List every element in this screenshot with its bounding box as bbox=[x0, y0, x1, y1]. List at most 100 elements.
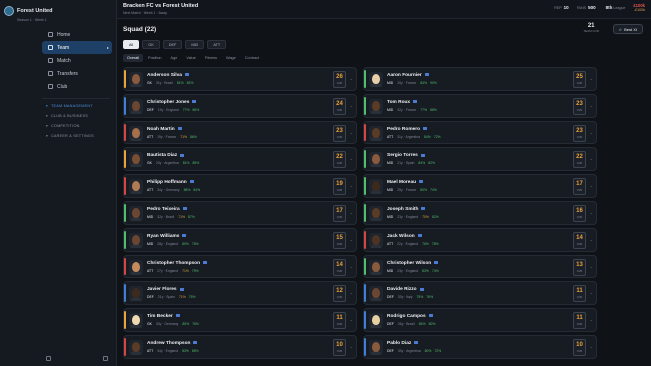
chevron-down-icon[interactable]: ⌄ bbox=[350, 344, 353, 349]
chevron-down-icon[interactable]: ⌄ bbox=[590, 210, 593, 215]
player-card[interactable]: Mael Moreau MID 25y · France 80% 74% 17 OVR ⌄ bbox=[363, 174, 597, 198]
flag-icon bbox=[179, 287, 184, 291]
player-ovr-badge: 26 OVR bbox=[333, 71, 346, 88]
player-card[interactable]: Christopher Thompson ATT 27y · England 71% 7… bbox=[123, 254, 357, 279]
sidebar-item-team[interactable]: Team ▸ bbox=[42, 41, 112, 54]
sidebar-item-match[interactable]: Match bbox=[0, 54, 116, 67]
club-header[interactable]: Forest United bbox=[0, 0, 116, 18]
tab-age[interactable]: Age bbox=[167, 54, 182, 62]
player-card[interactable]: Pablo Diaz DEF 33y · Argentina 80% 72% 10 OVR ⌄ bbox=[363, 334, 597, 359]
chevron-down-icon[interactable]: ⌄ bbox=[590, 183, 593, 188]
main-content: Bracken FC vs Forest United Next Match ·… bbox=[117, 0, 651, 366]
chevron-down-icon[interactable]: ⌄ bbox=[350, 76, 353, 81]
player-nation: Argentina bbox=[164, 161, 179, 166]
player-card[interactable]: Pedro Romero ATT 31y · Argentina 84% 72% 23 OV… bbox=[363, 120, 597, 145]
nav-groups: ▾ TEAM MANAGEMENT ▾ CLUB & BUSINESS ▾ COMPETI… bbox=[0, 101, 116, 141]
chevron-down-icon[interactable]: ⌄ bbox=[590, 103, 593, 108]
player-position: GK bbox=[147, 322, 152, 327]
chevron-down-icon[interactable]: ⌄ bbox=[350, 264, 353, 269]
player-card[interactable]: Rodrigo Campos DEF 26y · Brazil 84% 80% 11 OVR… bbox=[363, 308, 597, 332]
player-morale: 87% bbox=[187, 214, 195, 219]
player-avatar bbox=[129, 98, 143, 114]
player-card[interactable]: Ryan Williams MID 28y · England 80% 76% 15 OVR… bbox=[123, 227, 357, 252]
avatar-head bbox=[132, 315, 140, 326]
tab-fitness[interactable]: Fitness bbox=[201, 54, 221, 62]
player-card[interactable]: Noah Martin ATT 19y · France 71% 86% 23 OVR ⌄ bbox=[123, 120, 357, 145]
player-card[interactable]: Joseph Smith MID 23y · England 70% 82% 16 OVR ⌄ bbox=[363, 200, 597, 225]
chevron-down-icon[interactable]: ⌄ bbox=[350, 156, 353, 161]
ovr-label: OVR bbox=[576, 82, 583, 85]
chevron-down-icon[interactable]: ⌄ bbox=[590, 264, 593, 269]
player-card[interactable]: Sergio Torres MID 21y · Spain 84% 82% 22 OVR ⌄ bbox=[363, 147, 597, 172]
player-card[interactable]: Philipp Hoffmann ATT 34y · Germany 88% 84% 19… bbox=[123, 174, 357, 198]
player-card[interactable]: Javier Flores DEF 21y · Spain 71% 75% 12 OVR ⌄ bbox=[123, 281, 357, 306]
player-card[interactable]: Anderson Silva GK 31y · Brazil 81% 83% 26 OVR ⌄ bbox=[123, 67, 357, 91]
filter-gk[interactable]: GK bbox=[142, 40, 160, 49]
chevron-down-icon[interactable]: ⌄ bbox=[350, 210, 353, 215]
tab-value[interactable]: Value bbox=[182, 54, 199, 62]
player-card[interactable]: Pedro Teixeira MID 32y · Brazil 71% 87% 17 OVR… bbox=[123, 200, 357, 225]
flag-icon bbox=[419, 287, 424, 291]
filter-mid[interactable]: MID bbox=[185, 40, 205, 49]
ovr-label: OVR bbox=[576, 108, 583, 112]
tab-overall[interactable]: Overall bbox=[123, 54, 144, 62]
chevron-down-icon[interactable]: ⌄ bbox=[350, 103, 353, 108]
player-fitness: 76% bbox=[422, 241, 429, 246]
player-card[interactable]: Davide Rizzo DEF 33y · Italy 75% 76% 11 OVR ⌄ bbox=[363, 281, 597, 306]
player-card[interactable]: Aaron Fournier MID 25y · France 84% 90% 25 OVR… bbox=[363, 67, 597, 91]
player-name: Christopher Thompson bbox=[147, 260, 201, 266]
chevron-down-icon[interactable]: ⌄ bbox=[590, 290, 593, 295]
filter-att[interactable]: ATT bbox=[207, 40, 227, 49]
chevron-down-icon[interactable]: ⌄ bbox=[590, 156, 593, 161]
player-card[interactable]: Andrew Thompson ATT 34y · England 83% 85% 10 O… bbox=[123, 334, 357, 359]
nav-group-3[interactable]: ▾ CAREER & SETTINGS bbox=[0, 131, 116, 141]
chevron-down-icon[interactable]: ⌄ bbox=[590, 76, 593, 81]
chevron-down-icon[interactable]: ⌄ bbox=[590, 130, 593, 135]
avatar-head bbox=[372, 181, 380, 192]
tab-position[interactable]: Position bbox=[144, 54, 166, 62]
next-match-title[interactable]: Bracken FC vs Forest United bbox=[123, 3, 198, 9]
player-card[interactable]: Tim Becker GK 30y · Germany 85% 76% 11 OVR ⌄ bbox=[123, 308, 357, 332]
chevron-down-icon[interactable]: ⌄ bbox=[350, 130, 353, 135]
chevron-down-icon[interactable]: ⌄ bbox=[590, 344, 593, 349]
player-card[interactable]: Tom Roux MID 32y · France 77% 88% 23 OVR ⌄ bbox=[363, 93, 597, 118]
player-name-row: Sergio Torres bbox=[387, 153, 425, 158]
filter-all[interactable]: All bbox=[123, 40, 140, 49]
player-card[interactable]: Jack Wilson ATT 22y · England 76% 78% 14 OVR ⌄ bbox=[363, 227, 597, 252]
player-morale: 85% bbox=[192, 161, 200, 166]
chevron-down-icon[interactable]: ⌄ bbox=[590, 237, 593, 242]
player-name-row: Anderson Silva bbox=[147, 73, 189, 78]
player-card[interactable]: Bautista Diaz GK 20y · Argentina 81% 85% 22 OV… bbox=[123, 147, 357, 172]
sidebar-item-transfers[interactable]: Transfers bbox=[0, 67, 116, 80]
player-card[interactable]: Christopher Wilson MID 23y · England 83% 74%… bbox=[363, 254, 597, 279]
chevron-down-icon[interactable]: ⌄ bbox=[350, 290, 353, 295]
nav-group-0[interactable]: ▾ TEAM MANAGEMENT bbox=[0, 101, 116, 111]
save-icon[interactable] bbox=[103, 356, 108, 361]
player-name-row: Ryan Williams bbox=[147, 234, 187, 239]
tab-contract[interactable]: Contract bbox=[241, 54, 263, 62]
nav-group-2[interactable]: ▾ COMPETITION bbox=[0, 121, 116, 131]
player-ovr: 11 bbox=[576, 288, 583, 295]
chevron-down-icon[interactable]: ⌄ bbox=[350, 317, 353, 322]
sidebar-item-club[interactable]: Club bbox=[0, 80, 116, 93]
chevron-down-icon[interactable]: ⌄ bbox=[350, 183, 353, 188]
next-match-subtitle: Next Match · Week 1 · Away bbox=[123, 11, 168, 15]
best-xi-button[interactable]: ☆ Best XI bbox=[612, 24, 643, 34]
club-icon bbox=[48, 84, 53, 89]
chevron-down-icon[interactable]: ⌄ bbox=[350, 237, 353, 242]
chevron-down-icon[interactable]: ⌄ bbox=[590, 317, 593, 322]
tab-wage[interactable]: Wage bbox=[222, 54, 240, 62]
nav-group-1[interactable]: ▾ CLUB & BUSINESS bbox=[0, 111, 116, 121]
filter-def[interactable]: DEF bbox=[162, 40, 183, 49]
avatar-head bbox=[372, 207, 380, 218]
player-card[interactable]: Christopher Jones DEF 19y · England 77% 86% 2… bbox=[123, 93, 357, 118]
sidebar-item-home[interactable]: Home bbox=[0, 28, 116, 41]
avatar-head bbox=[372, 315, 380, 326]
settings-icon[interactable] bbox=[46, 356, 51, 361]
position-color-bar bbox=[124, 70, 126, 88]
player-morale: 86% bbox=[190, 134, 197, 139]
flag-icon bbox=[420, 153, 425, 157]
team-icon bbox=[48, 45, 53, 50]
transfers-icon bbox=[48, 71, 53, 76]
player-meta: DEF 33y · Argentina 80% 72% bbox=[387, 348, 442, 353]
